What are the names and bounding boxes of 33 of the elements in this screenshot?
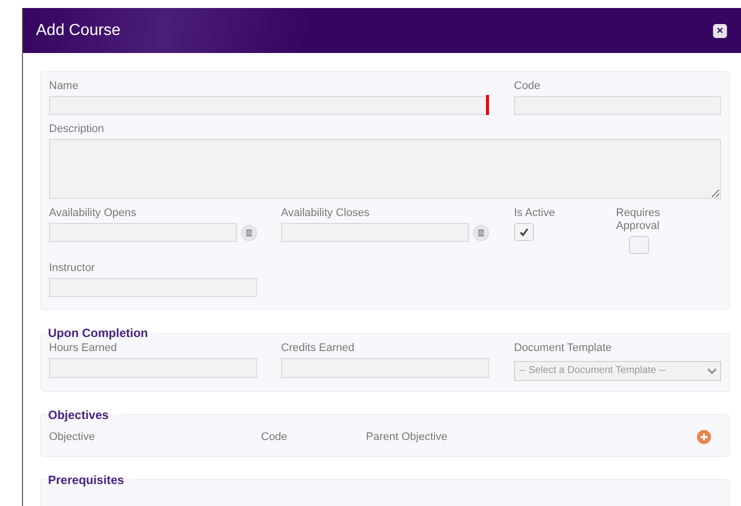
section-title: Prerequisites (48, 472, 126, 486)
field-label: Availability Closes (281, 207, 370, 220)
input-field[interactable] (49, 278, 257, 297)
checkbox[interactable] (629, 236, 649, 254)
close-button[interactable]: × (713, 24, 727, 38)
input-field[interactable] (281, 358, 489, 378)
field-label: Name (49, 80, 80, 93)
column-header: Code (261, 430, 288, 442)
input-field[interactable] (514, 96, 721, 115)
field-label: Availability Opens (49, 207, 138, 220)
text-area[interactable] (49, 139, 721, 199)
section-title: Objectives (48, 408, 110, 422)
column-header: Objective (49, 430, 96, 442)
field-label: Credits Earned (281, 342, 356, 355)
checkmark-icon (519, 227, 529, 237)
calendar-icon[interactable] (241, 224, 257, 240)
section-title: Upon Completion (48, 326, 149, 340)
field-label: Hours Earned (49, 342, 118, 355)
calendar-icon[interactable] (473, 224, 489, 240)
column-header: Parent Objective (366, 430, 448, 442)
dialog-title: Add Course (36, 22, 120, 40)
field-label: Instructor (49, 262, 96, 275)
checkbox[interactable] (514, 223, 534, 241)
input-field[interactable] (281, 223, 469, 242)
field-label: Code (514, 80, 542, 93)
field-label: Document Template (514, 342, 613, 355)
field-label: Description (49, 123, 106, 136)
add-icon[interactable] (697, 430, 711, 444)
field-label: Requires Approval (616, 207, 662, 233)
input-field[interactable] (49, 358, 257, 378)
field-label: Is Active (514, 207, 556, 220)
input-field[interactable] (49, 223, 237, 242)
input-field[interactable] (49, 96, 489, 115)
